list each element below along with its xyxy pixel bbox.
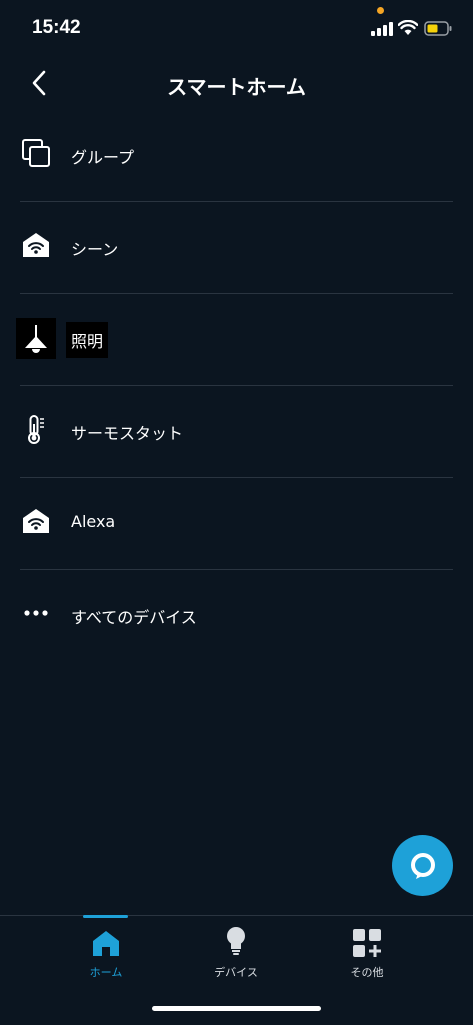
header: スマートホーム — [0, 56, 473, 112]
list-item-label: サーモスタット — [71, 424, 184, 443]
list-item-label: すべてのデバイス — [71, 608, 197, 627]
list-item-label: 照明 — [66, 322, 109, 358]
home-icon — [61, 924, 151, 958]
wifi-icon — [398, 20, 418, 35]
cellular-signal-icon — [371, 22, 393, 36]
privacy-indicator-dot — [377, 7, 384, 14]
tab-label: ホーム — [89, 966, 123, 979]
light-icon — [16, 318, 56, 359]
list-item-lighting[interactable]: 照明 — [16, 294, 453, 386]
alexa-logo-icon — [410, 852, 435, 879]
status-bar: 15:42 — [0, 0, 473, 56]
bulb-icon — [191, 924, 281, 958]
tab-devices[interactable]: デバイス — [191, 924, 281, 980]
list-item-alexa[interactable]: Alexa — [20, 478, 453, 570]
list-item-all-devices[interactable]: すべてのデバイス — [20, 570, 453, 661]
list-item-thermostat[interactable]: サーモスタット — [20, 386, 453, 478]
smart-home-category-list: グループ シーン 照明 サーモスタット Alexa すべてのデバイス — [0, 110, 473, 661]
list-item-group[interactable]: グループ — [20, 110, 453, 202]
list-item-label: Alexa — [71, 512, 116, 531]
alexa-home-icon — [20, 505, 52, 537]
active-tab-indicator — [83, 915, 128, 918]
list-item-scenes[interactable]: シーン — [20, 202, 453, 294]
group-icon — [20, 137, 52, 169]
home-indicator-bar[interactable] — [152, 1006, 321, 1011]
scene-icon — [20, 229, 52, 261]
alexa-voice-button[interactable] — [392, 835, 453, 896]
tab-home[interactable]: ホーム — [61, 924, 151, 980]
list-item-label: シーン — [71, 240, 119, 259]
grid-plus-icon — [322, 924, 412, 958]
tab-label: その他 — [350, 966, 384, 979]
battery-icon — [424, 21, 452, 36]
list-item-label: グループ — [71, 148, 135, 167]
thermostat-icon — [20, 413, 52, 445]
tab-more[interactable]: その他 — [322, 924, 412, 980]
page-title: スマートホーム — [167, 75, 306, 99]
tab-label: デバイス — [214, 966, 258, 979]
status-time: 15:42 — [32, 17, 81, 38]
more-dots-icon — [20, 597, 52, 629]
